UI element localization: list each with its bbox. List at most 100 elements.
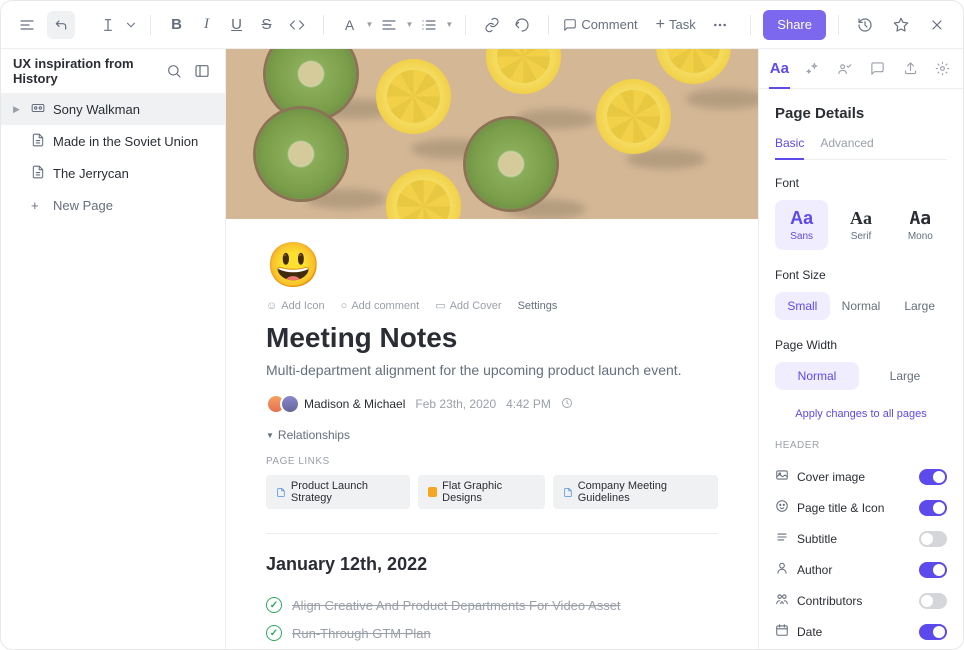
collapse-icon[interactable] [191, 60, 213, 82]
new-page-label: New Page [53, 198, 113, 213]
toggle[interactable] [919, 624, 947, 640]
link-icon[interactable] [478, 11, 506, 39]
details-tab-people[interactable] [828, 49, 861, 88]
header-setting-row: Date [775, 616, 947, 647]
tab-basic[interactable]: Basic [775, 136, 804, 160]
add-icon-button[interactable]: ☺Add Icon [266, 300, 325, 312]
row-label: Author [797, 563, 911, 577]
toggle[interactable] [919, 469, 947, 485]
row-icon [775, 592, 789, 609]
header-setting-row: Page outline [775, 647, 947, 649]
more-icon[interactable] [706, 11, 734, 39]
main-content: 😃 ☺Add Icon ○Add comment ▭Add Cover Sett… [226, 49, 758, 649]
history-icon[interactable] [851, 11, 879, 39]
sidebar-item-label: Sony Walkman [53, 102, 140, 117]
row-icon [775, 561, 789, 578]
size-large[interactable]: Large [892, 292, 947, 320]
authors: Madison & Michael [304, 397, 405, 411]
size-small[interactable]: Small [775, 292, 830, 320]
details-tab-export[interactable] [894, 49, 927, 88]
strikethrough-icon[interactable]: S [253, 11, 281, 39]
add-comment-button[interactable]: ○Add comment [341, 300, 420, 312]
task-row[interactable]: Run-Through GTM Plan [266, 619, 718, 647]
header-setting-row: Author [775, 554, 947, 585]
row-label: Contributors [797, 594, 911, 608]
text-color-icon[interactable]: A [336, 11, 364, 39]
back-icon[interactable] [47, 11, 75, 39]
sidebar: UX inspiration from History ▶ Sony Walkm… [1, 49, 226, 649]
task-row[interactable]: Review Copy Snippet With All Stakeholder… [266, 647, 718, 649]
font-mono[interactable]: AaMono [894, 200, 947, 250]
page-subtitle[interactable]: Multi-department alignment for the upcom… [266, 362, 718, 378]
width-normal[interactable]: Normal [775, 362, 859, 390]
page-link-chip[interactable]: Company Meeting Guidelines [553, 475, 718, 509]
toggle[interactable] [919, 531, 947, 547]
size-normal[interactable]: Normal [834, 292, 889, 320]
sidebar-item-0[interactable]: ▶ Sony Walkman [1, 93, 225, 125]
italic-icon[interactable]: I [193, 11, 221, 39]
details-tab-text[interactable]: Aa [763, 49, 796, 88]
code-icon[interactable] [283, 11, 311, 39]
header-section-label: HEADER [775, 440, 947, 451]
undo-icon[interactable] [508, 11, 536, 39]
sidebar-item-label: The Jerrycan [53, 166, 129, 181]
row-icon [775, 468, 789, 485]
caret-icon[interactable]: ▶ [13, 104, 23, 115]
row-label: Page title & Icon [797, 501, 911, 515]
task-checkbox[interactable] [266, 625, 282, 641]
sidebar-title: UX inspiration from History [13, 56, 157, 86]
row-icon [775, 499, 789, 516]
page-icon [31, 101, 45, 118]
width-large[interactable]: Large [863, 362, 947, 390]
settings-button[interactable]: Settings [518, 300, 558, 312]
task-checkbox[interactable] [266, 597, 282, 613]
task-text: Run-Through GTM Plan [292, 626, 431, 641]
author-avatars [266, 394, 294, 414]
new-page-button[interactable]: + New Page [1, 189, 225, 221]
details-panel: Aa Page Details Basic Advanced Font AaSa… [758, 49, 963, 649]
font-sans[interactable]: AaSans [775, 200, 828, 250]
details-title: Page Details [775, 105, 947, 122]
page-emoji[interactable]: 😃 [266, 239, 718, 291]
apply-all-link[interactable]: Apply changes to all pages [775, 408, 947, 420]
search-icon[interactable] [163, 60, 185, 82]
close-icon[interactable] [923, 11, 951, 39]
share-button[interactable]: Share [763, 10, 826, 40]
toggle[interactable] [919, 500, 947, 516]
page-time: 4:42 PM [506, 397, 551, 411]
details-tab-comments[interactable] [861, 49, 894, 88]
page-links-label: PAGE LINKS [266, 456, 718, 467]
chevron-down-icon[interactable] [124, 11, 138, 39]
relationships-toggle[interactable]: ▼Relationships [266, 428, 718, 442]
add-cover-button[interactable]: ▭Add Cover [435, 299, 501, 312]
header-setting-row: Subtitle [775, 523, 947, 554]
toggle[interactable] [919, 562, 947, 578]
plus-icon: + [31, 198, 45, 213]
avatar [280, 394, 300, 414]
sidebar-item-2[interactable]: The Jerrycan [1, 157, 225, 189]
details-tab-magic[interactable] [796, 49, 829, 88]
task-row[interactable]: Align Creative And Product Departments F… [266, 591, 718, 619]
page-title[interactable]: Meeting Notes [266, 322, 718, 354]
page-link-chip[interactable]: Product Launch Strategy [266, 475, 410, 509]
tab-advanced[interactable]: Advanced [820, 136, 873, 159]
task-button[interactable]: +Task [648, 11, 704, 39]
row-label: Subtitle [797, 532, 911, 546]
page-date: Feb 23th, 2020 [415, 397, 496, 411]
cover-image[interactable] [226, 49, 758, 219]
bold-icon[interactable]: B [163, 11, 191, 39]
details-tab-settings[interactable] [926, 49, 959, 88]
star-icon[interactable] [887, 11, 915, 39]
page-link-chip[interactable]: Flat Graphic Designs [418, 475, 545, 509]
menu-icon[interactable] [13, 11, 41, 39]
header-setting-row: Contributors [775, 585, 947, 616]
font-serif[interactable]: AaSerif [834, 200, 887, 250]
comment-button[interactable]: Comment [555, 11, 645, 39]
sidebar-item-1[interactable]: Made in the Soviet Union [1, 125, 225, 157]
list-icon[interactable] [415, 11, 443, 39]
underline-icon[interactable]: U [223, 11, 251, 39]
section-title[interactable]: January 12th, 2022 [266, 554, 718, 575]
toggle[interactable] [919, 593, 947, 609]
text-style-icon[interactable] [94, 11, 122, 39]
align-icon[interactable] [375, 11, 403, 39]
